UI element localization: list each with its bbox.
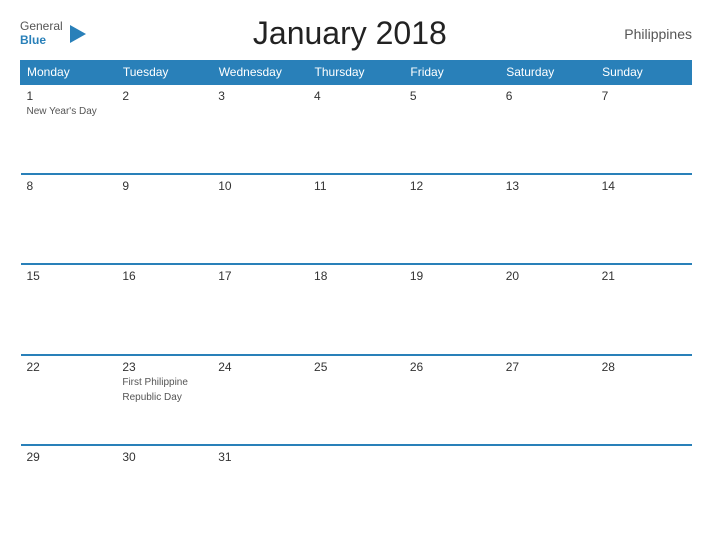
calendar-cell — [404, 445, 500, 535]
logo-general-text: General — [20, 20, 63, 33]
logo-blue-text: Blue — [20, 34, 63, 47]
day-number: 20 — [506, 269, 590, 283]
calendar-cell: 6 — [500, 84, 596, 174]
day-number: 4 — [314, 89, 398, 103]
calendar-week-4: 22 23 First Philippine Republic Day 24 25 26 27… — [21, 355, 692, 445]
calendar-cell: 23 First Philippine Republic Day — [116, 355, 212, 445]
day-number: 25 — [314, 360, 398, 374]
calendar-week-2: 89 10 11 12 13 14 — [21, 174, 692, 264]
calendar-cell: 9 — [116, 174, 212, 264]
calendar-cell: 1 New Year's Day — [21, 84, 117, 174]
calendar-cell: 24 — [212, 355, 308, 445]
calendar-body: 1New Year's Day2345678910111213141516171… — [21, 84, 692, 535]
calendar-cell: 8 — [21, 174, 117, 264]
day-number: 22 — [27, 360, 111, 374]
calendar-cell: 13 — [500, 174, 596, 264]
calendar-header-row: Monday Tuesday Wednesday Thursday Friday… — [21, 61, 692, 85]
calendar-cell: 12 — [404, 174, 500, 264]
calendar-week-3: 15 16 17 18 19 20 21 — [21, 264, 692, 354]
day-number: 6 — [506, 89, 590, 103]
day-number: 18 — [314, 269, 398, 283]
day-number: 5 — [410, 89, 494, 103]
calendar-cell: 18 — [308, 264, 404, 354]
day-number: 19 — [410, 269, 494, 283]
day-number: 30 — [122, 450, 206, 464]
day-number: 14 — [602, 179, 686, 193]
calendar-cell: 11 — [308, 174, 404, 264]
day-number: 11 — [314, 179, 398, 193]
calendar-cell: 25 — [308, 355, 404, 445]
weekday-sunday: Sunday — [596, 61, 692, 85]
weekday-friday: Friday — [404, 61, 500, 85]
day-number: 13 — [506, 179, 590, 193]
calendar-week-5: 29 30 31 — [21, 445, 692, 535]
calendar-cell: 30 — [116, 445, 212, 535]
day-number: 3 — [218, 89, 302, 103]
calendar-cell: 27 — [500, 355, 596, 445]
calendar-cell: 10 — [212, 174, 308, 264]
weekday-thursday: Thursday — [308, 61, 404, 85]
calendar-cell: 2 — [116, 84, 212, 174]
event-label: First Philippine — [122, 376, 206, 389]
calendar-cell: 29 — [21, 445, 117, 535]
day-number: 31 — [218, 450, 302, 464]
calendar-cell: 19 — [404, 264, 500, 354]
calendar-cell: 14 — [596, 174, 692, 264]
logo: General Blue — [20, 20, 88, 46]
day-number: 27 — [506, 360, 590, 374]
country-label: Philippines — [612, 26, 692, 42]
day-number: 24 — [218, 360, 302, 374]
calendar-cell: 4 — [308, 84, 404, 174]
day-number: 29 — [27, 450, 111, 464]
calendar-title: January 2018 — [88, 15, 612, 52]
day-number: 12 — [410, 179, 494, 193]
day-number: 10 — [218, 179, 302, 193]
calendar-cell: 5 — [404, 84, 500, 174]
calendar-page: General Blue January 2018 Philippines Mo… — [0, 0, 712, 550]
calendar-cell: 17 — [212, 264, 308, 354]
day-number: 17 — [218, 269, 302, 283]
calendar-cell — [500, 445, 596, 535]
day-number: 26 — [410, 360, 494, 374]
calendar-cell: 31 — [212, 445, 308, 535]
day-number: 23 — [122, 360, 206, 374]
calendar-cell: 7 — [596, 84, 692, 174]
day-number: 28 — [602, 360, 686, 374]
day-number: 8 — [27, 179, 111, 193]
calendar-header: General Blue January 2018 Philippines — [20, 15, 692, 52]
calendar-cell: 16 — [116, 264, 212, 354]
day-number: 9 — [122, 179, 206, 193]
calendar-cell: 15 — [21, 264, 117, 354]
weekday-monday: Monday — [21, 61, 117, 85]
logo-flag-icon — [66, 23, 88, 45]
day-number: 7 — [602, 89, 686, 103]
day-number: 16 — [122, 269, 206, 283]
calendar-cell: 3 — [212, 84, 308, 174]
event-label: New Year's Day — [27, 105, 111, 118]
calendar-cell: 28 — [596, 355, 692, 445]
weekday-saturday: Saturday — [500, 61, 596, 85]
calendar-week-1: 1 New Year's Day 234567 — [21, 84, 692, 174]
calendar-cell: 20 — [500, 264, 596, 354]
day-number: 15 — [27, 269, 111, 283]
weekday-wednesday: Wednesday — [212, 61, 308, 85]
day-number: 21 — [602, 269, 686, 283]
calendar-cell — [308, 445, 404, 535]
day-number: 1 — [27, 89, 111, 103]
calendar-cell: 26 — [404, 355, 500, 445]
event-label: Republic Day — [122, 391, 206, 404]
calendar-cell: 22 — [21, 355, 117, 445]
calendar-table: Monday Tuesday Wednesday Thursday Friday… — [20, 60, 692, 535]
calendar-cell: 21 — [596, 264, 692, 354]
weekday-tuesday: Tuesday — [116, 61, 212, 85]
calendar-cell — [596, 445, 692, 535]
day-number: 2 — [122, 89, 206, 103]
